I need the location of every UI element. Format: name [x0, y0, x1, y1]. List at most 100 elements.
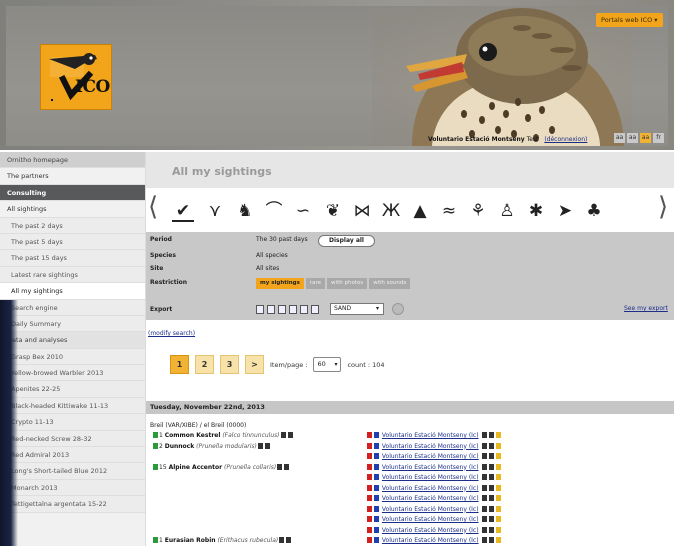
species-value[interactable]: All species [256, 252, 288, 259]
export-txt-icon[interactable] [311, 305, 319, 314]
photo-icon[interactable] [488, 516, 494, 522]
comment-icon[interactable] [495, 516, 501, 522]
see-export-link[interactable]: See my export [624, 305, 668, 312]
bird-group-icon[interactable]: ✔ [172, 200, 194, 222]
edit-icon[interactable] [481, 495, 487, 501]
tab-my-sightings[interactable]: my sightings [256, 278, 304, 289]
edit-icon[interactable] [481, 505, 487, 512]
photo-icon[interactable] [488, 442, 494, 449]
sidebar-item-analysis-1[interactable]: Grasp Bex 2010 [0, 348, 145, 366]
photo-icon[interactable] [488, 495, 494, 501]
comment-icon[interactable] [495, 474, 501, 480]
observer-link[interactable]: Voluntario Estació Montseny (Ic) [382, 464, 479, 471]
observer-link[interactable]: Voluntario Estació Montseny (Ic) [382, 432, 479, 439]
comment-icon[interactable] [495, 495, 501, 501]
comment-icon[interactable] [495, 505, 501, 512]
butterfly-group-icon[interactable]: Ж [380, 200, 402, 222]
mammal-group-icon[interactable]: ♞ [234, 200, 256, 222]
sidebar-item-partners[interactable]: The partners [0, 168, 145, 185]
map-icon[interactable] [264, 442, 270, 449]
species-name[interactable]: Alpine Accentor [169, 464, 223, 471]
observer-link[interactable]: Voluntario Estació Montseny (Ic) [382, 453, 479, 460]
edit-icon[interactable] [481, 484, 487, 491]
font-medium-button[interactable]: aa [627, 133, 638, 143]
site-value[interactable]: All sites [256, 265, 279, 272]
sidebar-item-analysis-7[interactable]: Red Admiral 2013 [0, 447, 145, 464]
photo-icon[interactable] [488, 537, 494, 543]
tab-with-photos[interactable]: with photos [327, 278, 368, 289]
portal-language-button[interactable]: Portals web ICO ▾ [596, 13, 663, 27]
ico-logo[interactable]: ICO [40, 44, 112, 110]
language-fr-button[interactable]: fr [653, 133, 664, 143]
comment-icon[interactable] [495, 537, 501, 543]
edit-icon[interactable] [481, 432, 487, 438]
photo-icon[interactable] [488, 526, 494, 533]
detail-icon[interactable] [279, 537, 285, 543]
dragonfly-group-icon[interactable]: ⋈ [351, 200, 373, 222]
bat-group-icon[interactable]: ⋎ [204, 200, 226, 222]
sidebar-item-past-2-days[interactable]: The past 2 days [0, 217, 145, 234]
display-all-button[interactable]: Display all [318, 235, 375, 247]
amphibian-group-icon[interactable]: ❦ [322, 200, 344, 222]
sidebar-item-my-sightings[interactable]: All my sightings [0, 283, 145, 300]
export-pdf-icon[interactable] [256, 305, 264, 314]
species-name[interactable]: Dunnock [165, 443, 194, 450]
edit-icon[interactable] [481, 463, 487, 470]
export-format-select[interactable]: SAND ▾ [330, 303, 384, 315]
tab-rare[interactable]: rare [305, 278, 326, 289]
export-csv-icon[interactable] [278, 305, 286, 314]
logout-link[interactable]: (déconnexion) [544, 136, 587, 143]
edit-icon[interactable] [481, 526, 487, 533]
comment-icon[interactable] [495, 526, 501, 533]
detail-icon[interactable] [280, 432, 286, 438]
export-xls-icon[interactable] [267, 305, 275, 314]
edit-icon[interactable] [481, 474, 487, 480]
plant-group-icon[interactable]: ♣ [583, 200, 605, 222]
observer-link[interactable]: Voluntario Estació Montseny (Ic) [382, 506, 479, 513]
observer-link[interactable]: Voluntario Estació Montseny (Ic) [382, 527, 479, 534]
map-icon[interactable] [286, 537, 292, 543]
sidebar-item-analysis-8[interactable]: Long's Short-tailed Blue 2012 [0, 463, 145, 480]
next-arrow-icon[interactable]: ⟩ [658, 192, 668, 222]
export-go-button[interactable] [392, 303, 404, 315]
observer-link[interactable]: Voluntario Estació Montseny (Ic) [382, 516, 479, 523]
sidebar-item-analysis-9[interactable]: Monarch 2013 [0, 479, 145, 497]
sidebar-item-search-engine[interactable]: Search engine [0, 299, 145, 316]
edit-icon[interactable] [481, 442, 487, 449]
sidebar-item-daily-summary[interactable]: Daily Summary [0, 315, 145, 333]
edit-icon[interactable] [481, 537, 487, 543]
next-page-button[interactable]: > [245, 355, 264, 374]
detail-icon[interactable] [277, 463, 283, 470]
photo-icon[interactable] [488, 463, 494, 470]
sidebar-item-past-5-days[interactable]: The past 5 days [0, 233, 145, 251]
beetle-group-icon[interactable]: ✱ [525, 200, 547, 222]
export-gpx-icon[interactable] [300, 305, 308, 314]
observer-link[interactable]: Voluntario Estació Montseny (Ic) [382, 443, 479, 450]
page-3-button[interactable]: 3 [220, 355, 239, 374]
export-kml-icon[interactable] [289, 305, 297, 314]
reptile-group-icon[interactable]: ∽ [292, 200, 314, 222]
tab-with-sounds[interactable]: with sounds [369, 278, 411, 289]
photo-icon[interactable] [488, 453, 494, 459]
species-name[interactable]: Eurasian Robin [165, 537, 216, 544]
species-name[interactable]: Common Kestrel [165, 432, 221, 439]
items-per-page-select[interactable]: 60 ▾ [313, 357, 342, 372]
detail-icon[interactable] [257, 442, 263, 449]
sidebar-item-consulting[interactable]: Consulting [0, 184, 145, 202]
page-2-button[interactable]: 2 [195, 355, 214, 374]
grasshopper-group-icon[interactable]: ⚘ [467, 200, 489, 222]
map-icon[interactable] [287, 432, 293, 438]
comment-icon[interactable] [495, 453, 501, 459]
sidebar-item-analysis-6[interactable]: Red-necked Screw 28-32 [0, 430, 145, 448]
observer-link[interactable]: Voluntario Estació Montseny (Ic) [382, 485, 479, 492]
edit-icon[interactable] [481, 453, 487, 459]
font-large-button[interactable]: aa [640, 133, 651, 143]
sidebar-item-analysis-10[interactable]: Tettigettalna argentata 15-22 [0, 496, 145, 513]
observer-link[interactable]: Voluntario Estació Montseny (Ic) [382, 474, 479, 481]
place-name[interactable]: Breil (VAR/XIBE) / el Breil (0000) [150, 422, 246, 429]
prev-arrow-icon[interactable]: ⟨ [148, 192, 158, 222]
sidebar-item-analysis-2[interactable]: Yellow-browed Warbler 2013 [0, 365, 145, 382]
sidebar-item-data-analyses[interactable]: Data and analyses [0, 332, 145, 349]
edit-icon[interactable] [481, 516, 487, 522]
font-small-button[interactable]: aa [614, 133, 625, 143]
